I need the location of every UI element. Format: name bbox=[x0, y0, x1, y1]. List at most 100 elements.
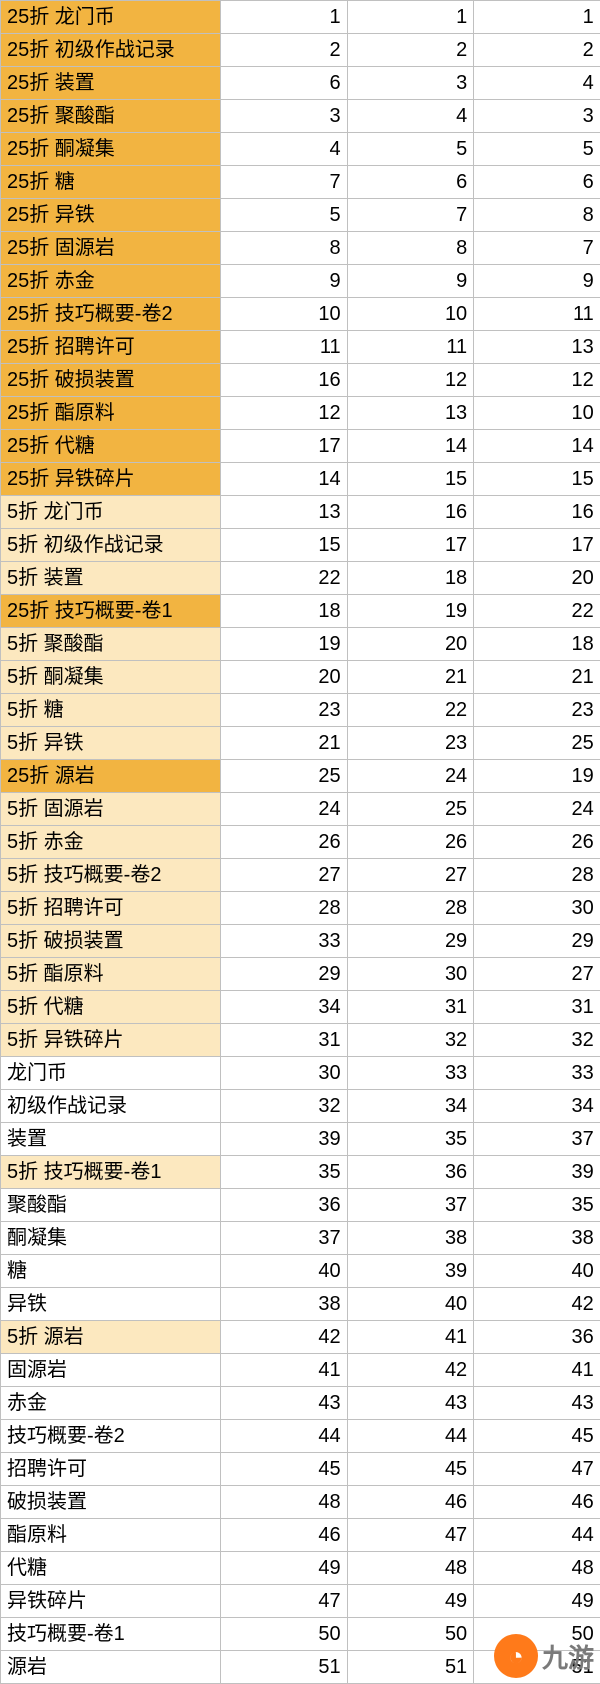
rank-cell: 34 bbox=[474, 1090, 600, 1123]
table-row: 5折 初级作战记录151717 bbox=[1, 529, 600, 562]
table-row: 5折 异铁碎片313232 bbox=[1, 1024, 600, 1057]
item-label: 25折 装置 bbox=[1, 67, 221, 100]
rank-cell: 11 bbox=[221, 331, 348, 364]
rank-cell: 17 bbox=[347, 529, 474, 562]
item-label: 5折 龙门币 bbox=[1, 496, 221, 529]
rank-cell: 40 bbox=[347, 1288, 474, 1321]
rank-cell: 38 bbox=[474, 1222, 600, 1255]
rank-cell: 51 bbox=[221, 1651, 348, 1684]
rank-cell: 48 bbox=[347, 1552, 474, 1585]
table-row: 糖403940 bbox=[1, 1255, 600, 1288]
item-label: 25折 聚酸酯 bbox=[1, 100, 221, 133]
rank-cell: 22 bbox=[221, 562, 348, 595]
rank-cell: 37 bbox=[347, 1189, 474, 1222]
table-row: 25折 龙门币111 bbox=[1, 1, 600, 34]
item-label: 装置 bbox=[1, 1123, 221, 1156]
rank-cell: 27 bbox=[474, 958, 600, 991]
table-row: 25折 破损装置161212 bbox=[1, 364, 600, 397]
table-row: 5折 赤金262626 bbox=[1, 826, 600, 859]
item-label: 5折 源岩 bbox=[1, 1321, 221, 1354]
rank-cell: 5 bbox=[347, 133, 474, 166]
table-row: 25折 异铁碎片141515 bbox=[1, 463, 600, 496]
rank-cell: 3 bbox=[474, 100, 600, 133]
rank-cell: 12 bbox=[474, 364, 600, 397]
item-label: 龙门币 bbox=[1, 1057, 221, 1090]
item-label: 25折 酮凝集 bbox=[1, 133, 221, 166]
rank-cell: 26 bbox=[221, 826, 348, 859]
rank-cell: 25 bbox=[347, 793, 474, 826]
rank-cell: 35 bbox=[347, 1123, 474, 1156]
rank-cell: 15 bbox=[221, 529, 348, 562]
table-row: 25折 酯原料121310 bbox=[1, 397, 600, 430]
table-row: 酯原料464744 bbox=[1, 1519, 600, 1552]
table-row: 25折 糖766 bbox=[1, 166, 600, 199]
item-label: 25折 酯原料 bbox=[1, 397, 221, 430]
rank-cell: 30 bbox=[221, 1057, 348, 1090]
item-label: 25折 源岩 bbox=[1, 760, 221, 793]
item-label: 25折 技巧概要-卷2 bbox=[1, 298, 221, 331]
table-row: 装置393537 bbox=[1, 1123, 600, 1156]
table-row: 5折 技巧概要-卷1353639 bbox=[1, 1156, 600, 1189]
rank-cell: 28 bbox=[474, 859, 600, 892]
rank-cell: 38 bbox=[221, 1288, 348, 1321]
table-row: 5折 酮凝集202121 bbox=[1, 661, 600, 694]
rank-cell: 15 bbox=[474, 463, 600, 496]
rank-cell: 10 bbox=[347, 298, 474, 331]
table-row: 固源岩414241 bbox=[1, 1354, 600, 1387]
rank-cell: 1 bbox=[474, 1, 600, 34]
rank-cell: 6 bbox=[347, 166, 474, 199]
rank-cell: 2 bbox=[221, 34, 348, 67]
rank-cell: 23 bbox=[347, 727, 474, 760]
rank-cell: 18 bbox=[221, 595, 348, 628]
rank-cell: 3 bbox=[347, 67, 474, 100]
table-row: 赤金434343 bbox=[1, 1387, 600, 1420]
rank-cell: 31 bbox=[347, 991, 474, 1024]
rank-cell: 8 bbox=[221, 232, 348, 265]
table-row: 5折 固源岩242524 bbox=[1, 793, 600, 826]
item-label: 5折 酮凝集 bbox=[1, 661, 221, 694]
item-label: 5折 聚酸酯 bbox=[1, 628, 221, 661]
rank-cell: 29 bbox=[347, 925, 474, 958]
rank-cell: 49 bbox=[347, 1585, 474, 1618]
item-label: 5折 技巧概要-卷2 bbox=[1, 859, 221, 892]
rank-cell: 37 bbox=[474, 1123, 600, 1156]
table-row: 25折 聚酸酯343 bbox=[1, 100, 600, 133]
rank-cell: 41 bbox=[474, 1354, 600, 1387]
rank-cell: 6 bbox=[474, 166, 600, 199]
rank-cell: 25 bbox=[221, 760, 348, 793]
item-label: 25折 异铁 bbox=[1, 199, 221, 232]
rank-cell: 21 bbox=[221, 727, 348, 760]
rank-cell: 20 bbox=[221, 661, 348, 694]
rank-cell: 7 bbox=[347, 199, 474, 232]
rank-cell: 8 bbox=[347, 232, 474, 265]
rank-cell: 35 bbox=[474, 1189, 600, 1222]
logo-icon bbox=[494, 1634, 538, 1678]
rank-cell: 42 bbox=[474, 1288, 600, 1321]
rank-cell: 44 bbox=[474, 1519, 600, 1552]
table-row: 破损装置484646 bbox=[1, 1486, 600, 1519]
rank-cell: 51 bbox=[347, 1651, 474, 1684]
rank-cell: 14 bbox=[347, 430, 474, 463]
rank-cell: 22 bbox=[347, 694, 474, 727]
rank-cell: 1 bbox=[221, 1, 348, 34]
item-label: 25折 糖 bbox=[1, 166, 221, 199]
item-label: 5折 代糖 bbox=[1, 991, 221, 1024]
table-row: 25折 酮凝集455 bbox=[1, 133, 600, 166]
rank-cell: 45 bbox=[347, 1453, 474, 1486]
rank-cell: 27 bbox=[347, 859, 474, 892]
rank-cell: 8 bbox=[474, 199, 600, 232]
watermark: 九游 bbox=[494, 1634, 594, 1678]
rank-cell: 33 bbox=[221, 925, 348, 958]
rank-cell: 17 bbox=[221, 430, 348, 463]
table-row: 25折 技巧概要-卷2101011 bbox=[1, 298, 600, 331]
rank-cell: 48 bbox=[474, 1552, 600, 1585]
rank-cell: 46 bbox=[347, 1486, 474, 1519]
item-label: 5折 破损装置 bbox=[1, 925, 221, 958]
table-row: 5折 龙门币131616 bbox=[1, 496, 600, 529]
rank-cell: 49 bbox=[474, 1585, 600, 1618]
rank-cell: 32 bbox=[474, 1024, 600, 1057]
rank-cell: 47 bbox=[474, 1453, 600, 1486]
rank-cell: 44 bbox=[221, 1420, 348, 1453]
rank-cell: 25 bbox=[474, 727, 600, 760]
rank-cell: 46 bbox=[474, 1486, 600, 1519]
